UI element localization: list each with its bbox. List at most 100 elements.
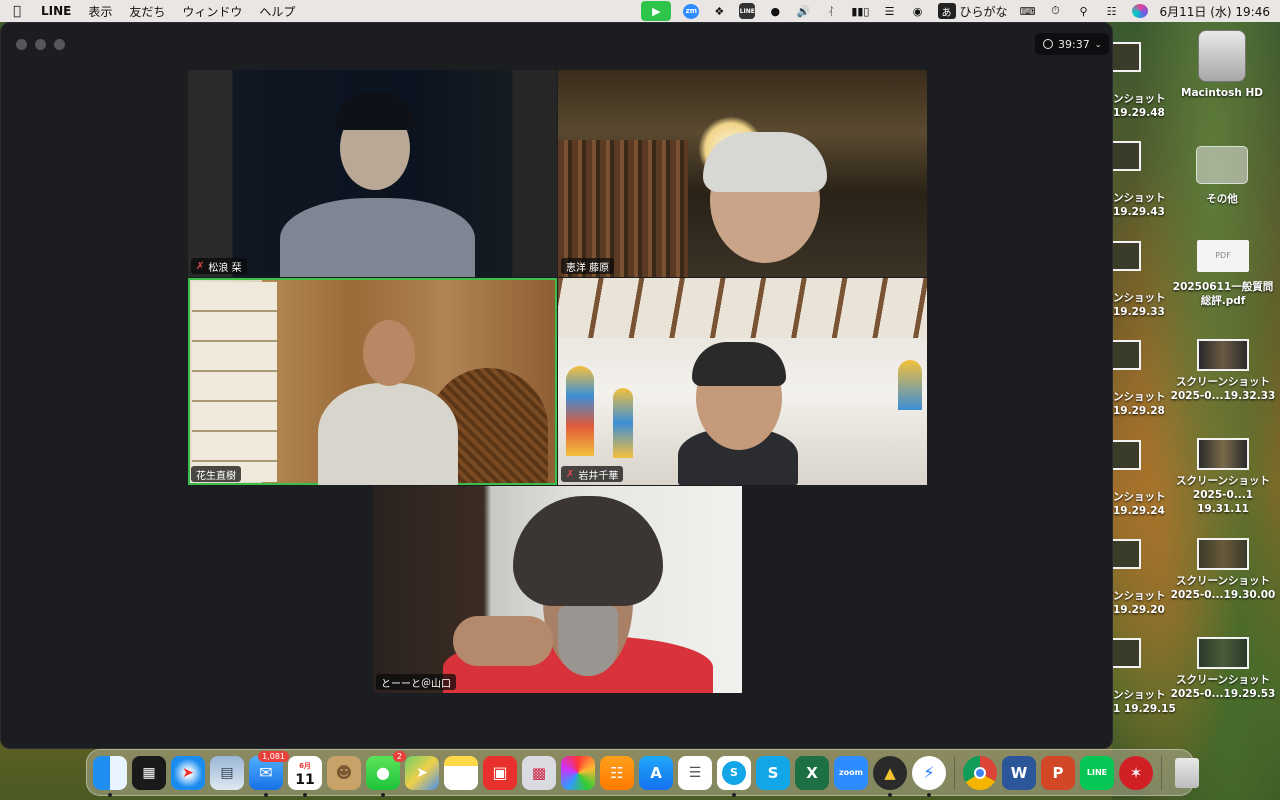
screenshot-thumbnail-icon[interactable] bbox=[1113, 340, 1141, 370]
participant-hand bbox=[453, 616, 553, 666]
skype-for-business-icon[interactable]: S bbox=[756, 755, 790, 790]
desktop-icon-screenshot-partial[interactable]: ンショット 19.29.20 bbox=[1113, 589, 1166, 617]
chrome-icon[interactable] bbox=[963, 755, 997, 790]
google-drive-icon[interactable]: ▲ bbox=[873, 755, 907, 797]
desktop-icon-screenshot-partial[interactable]: ンショット 1 19.29.15 bbox=[1113, 688, 1176, 716]
video-tile-participant-2[interactable]: 恵洋 藤原 bbox=[558, 70, 927, 277]
desktop-icon-screenshot-partial[interactable]: ンショット 19.29.28 bbox=[1113, 390, 1166, 418]
screenshot-thumbnail-icon[interactable] bbox=[1113, 638, 1141, 668]
red-app-icon[interactable]: ✶ bbox=[1119, 755, 1153, 790]
control-center-icon[interactable]: ☷ bbox=[1104, 3, 1120, 19]
reminders-icon[interactable]: ☰ bbox=[678, 755, 712, 790]
messages-icon[interactable]: ● 2 bbox=[366, 750, 406, 797]
zoom-meeting-window: 39:37 ⌄ ✗ 松浪 栞 恵洋 藤原 花生直樹 ✗ 岩井千華 とーーと＠山口 bbox=[0, 22, 1113, 749]
screenshot-thumbnail-icon[interactable] bbox=[1113, 241, 1141, 271]
screenshot-thumbnail-icon[interactable] bbox=[1113, 42, 1141, 72]
calendar-icon[interactable]: 6月 11 bbox=[288, 755, 322, 797]
messenger-icon[interactable]: ⚡ bbox=[912, 755, 946, 797]
facetime-video-icon[interactable]: ▶ bbox=[641, 1, 672, 21]
bluetooth-icon[interactable]: ᛮ bbox=[823, 3, 839, 19]
desktop-icon-label-line1: スクリーンショット bbox=[1176, 674, 1270, 686]
battery-icon[interactable]: ▮▮▯ bbox=[851, 3, 869, 19]
desktop-icon-screenshot-partial[interactable]: ンショット 19.29.33 bbox=[1113, 291, 1166, 319]
app-store-icon[interactable]: A bbox=[639, 755, 673, 790]
participant-name: 松浪 栞 bbox=[208, 262, 242, 274]
video-tile-participant-3[interactable]: 花生直樹 bbox=[188, 278, 557, 485]
mission-control-icon[interactable]: ▦ bbox=[132, 755, 166, 790]
desktop-icon-label-line2: 19.29.48 bbox=[1113, 107, 1165, 119]
dropbox-icon[interactable]: ❖ bbox=[711, 3, 727, 19]
powerpoint-icon[interactable]: P bbox=[1041, 755, 1075, 790]
video-tile-participant-1[interactable]: ✗ 松浪 栞 bbox=[188, 70, 557, 277]
maps-icon[interactable]: ➤ bbox=[405, 755, 439, 790]
video-tile-participant-4[interactable]: ✗ 岩井千華 bbox=[558, 278, 927, 485]
safari-icon[interactable]: ➤ bbox=[171, 755, 205, 790]
photos-icon[interactable] bbox=[561, 755, 595, 790]
excel-icon[interactable]: X bbox=[795, 755, 829, 790]
line-menubar-icon[interactable]: LINE bbox=[739, 3, 756, 19]
video-tile-participant-5[interactable]: とーーと＠山口 bbox=[373, 486, 742, 693]
preview-icon[interactable]: ▤ bbox=[210, 755, 244, 790]
apple-menu-icon[interactable]:  bbox=[10, 4, 24, 19]
chevron-down-icon: ⌄ bbox=[1094, 39, 1102, 49]
status-app-icon[interactable]: ● bbox=[767, 3, 783, 19]
desktop-icon-pdf[interactable]: PDF 20250611一般質問 総評.pdf bbox=[1168, 240, 1278, 308]
minimize-window-button[interactable] bbox=[35, 39, 46, 50]
dock-separator bbox=[954, 755, 955, 790]
screenshot-thumbnail-icon[interactable] bbox=[1113, 539, 1141, 569]
books-icon[interactable]: ☷ bbox=[600, 755, 634, 790]
spotlight-search-icon[interactable]: ⚲ bbox=[1076, 3, 1092, 19]
meeting-timer[interactable]: 39:37 ⌄ bbox=[1035, 33, 1110, 55]
desktop-icon-label-line2: 19.29.24 bbox=[1113, 505, 1165, 517]
siri-icon[interactable] bbox=[1131, 4, 1148, 18]
clock-icon bbox=[1043, 39, 1053, 49]
folder-icon bbox=[1196, 146, 1248, 184]
desktop-icon-label-line1: スクリーンショット bbox=[1176, 475, 1270, 487]
church-ceiling bbox=[558, 278, 927, 338]
user-account-icon[interactable]: ◉ bbox=[910, 3, 926, 19]
desktop-icon-screenshot[interactable]: スクリーンショット 2025-0...19.30.00 bbox=[1168, 538, 1278, 602]
word-icon[interactable]: W bbox=[1002, 755, 1036, 790]
news-icon[interactable]: ▣ bbox=[483, 755, 517, 790]
app-name-menu[interactable]: LINE bbox=[41, 4, 71, 18]
participant-name-label: 花生直樹 bbox=[191, 466, 241, 482]
contacts-icon[interactable]: ☻ bbox=[327, 755, 361, 790]
line-dock-icon[interactable]: LINE bbox=[1080, 755, 1114, 790]
zoom-menubar-icon[interactable]: zm bbox=[683, 3, 700, 19]
menu-view[interactable]: 表示 bbox=[88, 3, 112, 20]
desktop-icon-screenshot-partial[interactable]: ンショット 19.29.24 bbox=[1113, 490, 1166, 518]
screenshot-thumbnail-icon[interactable] bbox=[1113, 141, 1141, 171]
desktop-icon-macintosh-hd[interactable]: Macintosh HD bbox=[1180, 30, 1264, 100]
desktop-icon-screenshot[interactable]: スクリーンショット 2025-0...19.32.33 bbox=[1168, 339, 1278, 403]
skype-icon[interactable]: S bbox=[717, 755, 751, 797]
desktop-icon-label-line2: 2025-0...19.29.53 bbox=[1170, 688, 1276, 700]
screenshot-thumbnail-icon[interactable] bbox=[1113, 440, 1141, 470]
input-method-label[interactable]: ひらがな bbox=[960, 3, 1008, 20]
zoom-dock-icon[interactable]: zoom bbox=[834, 755, 868, 790]
desktop-icon-screenshot-partial[interactable]: ンショット 19.29.48 bbox=[1113, 92, 1166, 120]
close-window-button[interactable] bbox=[16, 39, 27, 50]
keyboard-icon[interactable]: ⌨ bbox=[1020, 3, 1036, 19]
trash-icon[interactable] bbox=[1170, 756, 1204, 790]
input-method-icon[interactable]: あ bbox=[937, 3, 956, 19]
volume-icon[interactable]: 🔊 bbox=[795, 3, 811, 19]
wifi-icon[interactable]: ☰ bbox=[882, 3, 898, 19]
zoom-window-button[interactable] bbox=[54, 39, 65, 50]
participant-name: とーーと＠山口 bbox=[381, 678, 451, 690]
menubar-clock[interactable]: 6月11日 (水) 19:46 bbox=[1160, 3, 1270, 20]
desktop-icon-screenshot-partial[interactable]: ンショット 19.29.43 bbox=[1113, 191, 1166, 219]
mail-icon[interactable]: ✉ 1,081 bbox=[249, 750, 289, 797]
menu-friends[interactable]: 友だち bbox=[129, 3, 165, 20]
desktop-icon-label: その他 bbox=[1206, 193, 1238, 205]
desktop-icon-screenshot[interactable]: スクリーンショット 2025-0...19.29.53 bbox=[1168, 637, 1278, 701]
desktop-icon-screenshot[interactable]: スクリーンショット 2025-0...1 19.31.11 bbox=[1168, 438, 1278, 516]
notes-icon[interactable] bbox=[444, 755, 478, 790]
time-machine-icon[interactable]: ⏱ bbox=[1048, 3, 1064, 19]
desktop-icon-other-folder[interactable]: その他 bbox=[1180, 140, 1264, 206]
finder-icon[interactable] bbox=[93, 755, 127, 797]
shoji-screen bbox=[192, 282, 277, 482]
desktop-icon-label-line1: ンショット bbox=[1113, 590, 1166, 602]
launchpad-icon[interactable]: ▩ bbox=[522, 755, 556, 790]
menu-help[interactable]: ヘルプ bbox=[259, 3, 295, 20]
menu-window[interactable]: ウィンドウ bbox=[182, 3, 242, 20]
